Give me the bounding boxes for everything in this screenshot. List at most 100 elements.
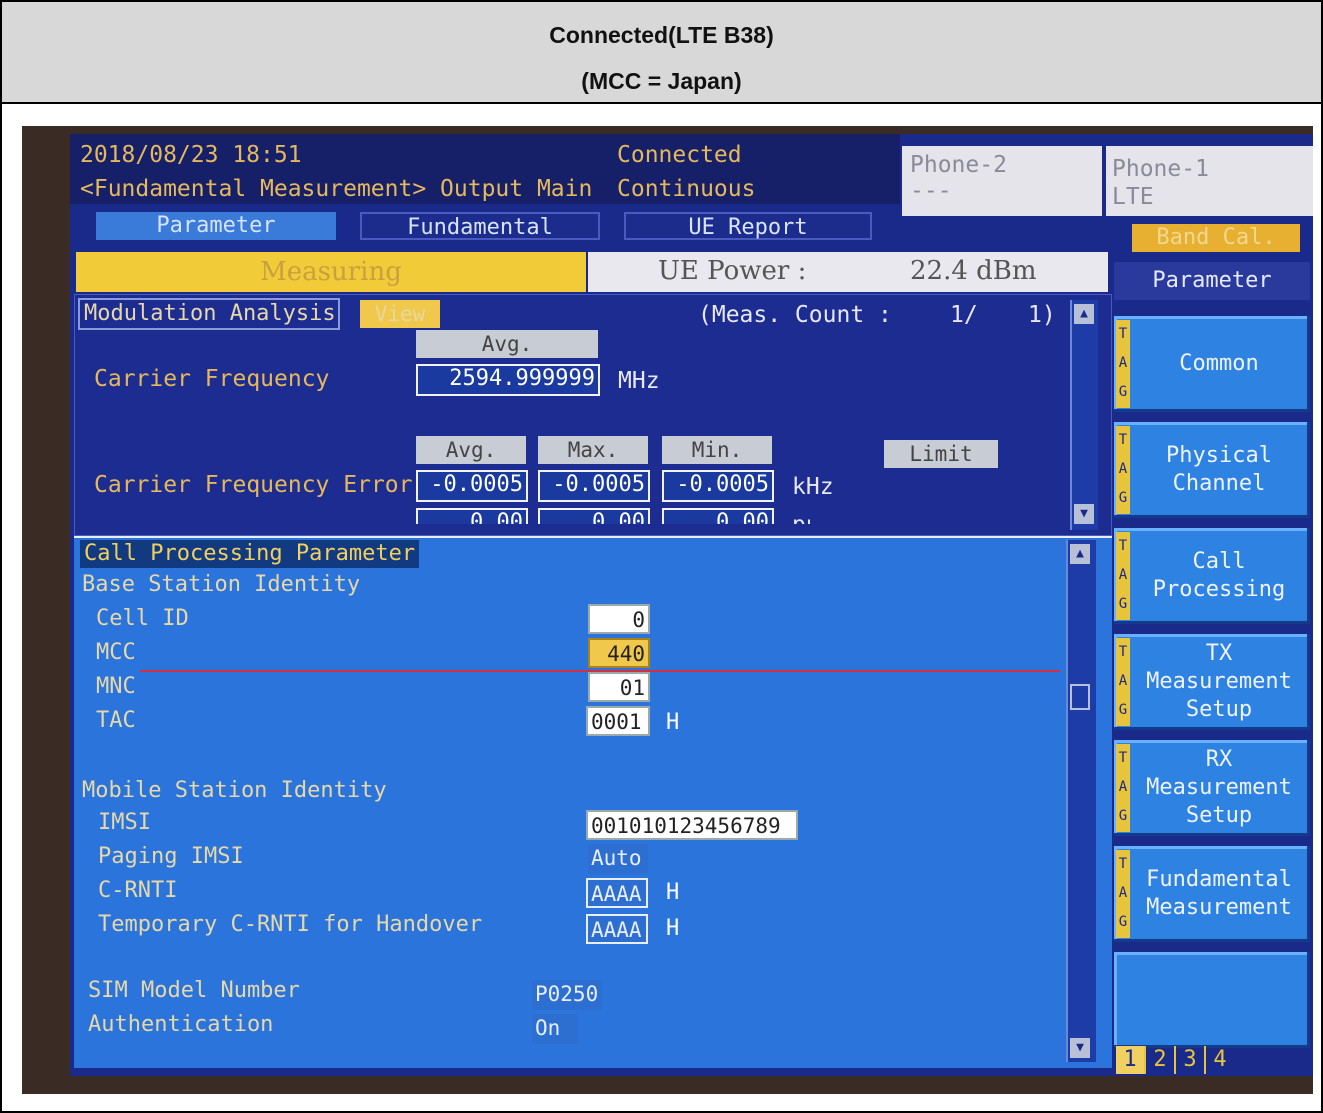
page-indicator: 1234 (1116, 1046, 1234, 1074)
modulation-title: Modulation Analysis (78, 298, 340, 330)
instrument-photo: 2018/08/23 18:51 <Fundamental Measuremen… (22, 126, 1313, 1094)
carrier-err-label: Carrier Frequency Error (94, 472, 413, 498)
instrument-screen: 2018/08/23 18:51 <Fundamental Measuremen… (70, 134, 1313, 1076)
figure-frame: Connected(LTE B38) (MCC = Japan) 2018/08… (0, 0, 1323, 1113)
call-scroll-up-icon[interactable]: ▲ (1070, 544, 1090, 564)
measure-mode: Continuous (617, 176, 756, 202)
imsi-label: IMSI (98, 810, 151, 835)
ppm-min-value: 0.00 (662, 508, 774, 524)
tag-indicator-icon: TAG (1116, 426, 1130, 514)
msi-title: Mobile Station Identity (82, 778, 387, 803)
crnti-unit: H (666, 880, 680, 905)
view-button[interactable]: View (360, 300, 440, 328)
softkey-3[interactable]: T A G Call Processing (1114, 528, 1310, 624)
softkey-label: Common (1179, 351, 1259, 376)
softkey-2[interactable]: T A G Physical Channel (1114, 422, 1310, 518)
page-3[interactable]: 3 (1174, 1046, 1204, 1074)
tag-indicator-icon: TAG (1116, 532, 1130, 620)
call-scroll-down-icon[interactable]: ▼ (1070, 1038, 1090, 1058)
call-title: Call Processing Parameter (80, 540, 420, 568)
tac-unit: H (666, 710, 680, 735)
call-scrollbar[interactable] (1066, 540, 1096, 1062)
tcrnti-field[interactable]: AAAA (586, 914, 648, 944)
crnti-label: C-RNTI (98, 878, 178, 903)
ppm-max-value: 0.00 (538, 508, 650, 524)
tag-letter: A (1118, 567, 1128, 583)
tag-indicator-icon: TAG (1116, 850, 1130, 938)
err-avg-header: Avg. (416, 436, 526, 464)
tcrnti-unit: H (666, 916, 680, 941)
tag-letter: T (1118, 644, 1128, 660)
tag-letter: G (1118, 384, 1128, 400)
screen-path: <Fundamental Measurement> Output Main (80, 176, 593, 202)
softkey-5[interactable]: T A G RX Measurement Setup (1114, 740, 1310, 836)
meas-count-total: 1) (1028, 302, 1056, 328)
paging-field[interactable]: Auto (588, 844, 648, 874)
tag-letter: T (1118, 432, 1128, 448)
scroll-down-icon[interactable]: ▼ (1074, 504, 1094, 524)
bsi-title: Base Station Identity (82, 572, 361, 597)
ppm-unit: ppm (792, 512, 810, 524)
softkey-header: Parameter (1114, 262, 1310, 300)
page-2[interactable]: 2 (1144, 1046, 1174, 1074)
ppm-avg-value: 0.00 (416, 508, 528, 524)
tab-fundamental[interactable]: Fundamental (360, 212, 600, 240)
softkey-4[interactable]: T A G TX Measurement Setup (1114, 634, 1310, 730)
sim-label: SIM Model Number (88, 978, 300, 1003)
cell-id-field[interactable]: 0 (588, 604, 650, 634)
imsi-field[interactable]: 001010123456789 (586, 810, 798, 840)
softkey-1[interactable]: T A G Common (1114, 316, 1310, 412)
softkey-label: Call Processing (1152, 549, 1286, 602)
tag-letter: A (1118, 885, 1128, 901)
phone1-value: LTE (1112, 184, 1154, 210)
paging-label: Paging IMSI (98, 844, 244, 869)
softkey-6[interactable]: T A G Fundamental Measurement (1114, 846, 1310, 942)
tag-letter: T (1118, 750, 1128, 766)
tac-field[interactable]: 0001 (586, 706, 650, 736)
meas-count-value: 1/ (950, 302, 978, 328)
call-scroll-thumb[interactable] (1070, 684, 1090, 710)
cell-id-label: Cell ID (96, 606, 189, 631)
softkey-label: Physical Channel (1166, 443, 1272, 496)
tag-letter: G (1118, 914, 1128, 930)
mcc-label: MCC (96, 640, 136, 665)
phone2-value: --- (910, 178, 952, 204)
err-max-value: -0.0005 (538, 470, 650, 502)
tag-letter: G (1118, 702, 1128, 718)
caption-line-2: (MCC = Japan) (581, 68, 742, 94)
tag-indicator-icon: TAG (1116, 320, 1130, 408)
tag-letter: T (1118, 326, 1128, 342)
tab-ue-report[interactable]: UE Report (624, 212, 872, 240)
caption-header: Connected(LTE B38) (MCC = Japan) (2, 2, 1321, 104)
tab-parameter[interactable]: Parameter (96, 212, 336, 240)
tag-letter: A (1118, 355, 1128, 371)
tag-letter: A (1118, 673, 1128, 689)
softkey-column: Parameter T A G Common T A G Physical Channel T A… (1114, 252, 1313, 1076)
softkey-label: TX Measurement Setup (1146, 641, 1292, 722)
page-1[interactable]: 1 (1116, 1046, 1144, 1074)
auth-field[interactable]: On (532, 1014, 578, 1044)
modulation-scrollbar[interactable] (1070, 300, 1098, 530)
err-avg-value: -0.0005 (416, 470, 528, 502)
softkey-7[interactable] (1114, 952, 1310, 1048)
tac-label: TAC (96, 708, 136, 733)
tcrnti-label: Temporary C-RNTI for Handover (98, 912, 483, 937)
tag-letter: T (1118, 856, 1128, 872)
ue-power-label: UE Power : (658, 256, 807, 286)
tag-letter: G (1118, 808, 1128, 824)
caption-line-1: Connected(LTE B38) (549, 22, 774, 48)
mnc-field[interactable]: 01 (588, 672, 650, 702)
crnti-field[interactable]: AAAA (586, 878, 648, 908)
ue-power-value: 22.4 dBm (910, 256, 1037, 286)
err-min-value: -0.0005 (662, 470, 774, 502)
sim-field[interactable]: P0250 (532, 980, 602, 1010)
limit-button[interactable]: Limit (884, 440, 998, 468)
band-cal-button[interactable]: Band Cal. (1132, 224, 1300, 252)
ppm-row-clip: 0.00 0.00 0.00 ppm (410, 508, 810, 524)
mcc-field[interactable]: 440 (588, 638, 650, 668)
scroll-up-icon[interactable]: ▲ (1074, 304, 1094, 324)
page-4[interactable]: 4 (1204, 1046, 1234, 1074)
tag-letter: A (1118, 461, 1128, 477)
tag-indicator-icon: TAG (1116, 744, 1130, 832)
err-max-header: Max. (538, 436, 648, 464)
